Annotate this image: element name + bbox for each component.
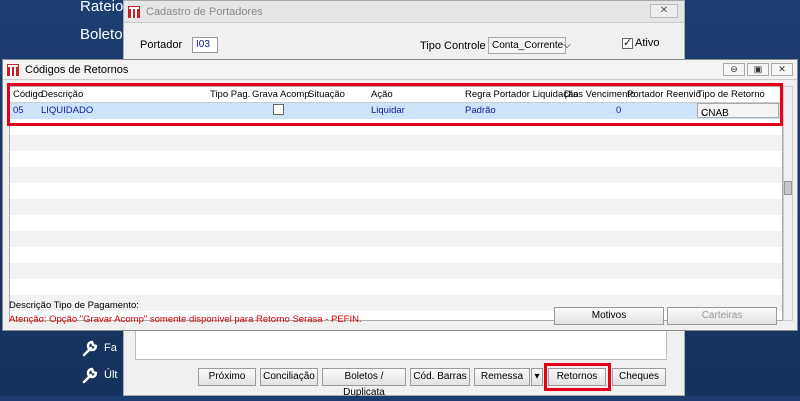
- tipo-controle-field: Tipo Controle Conta_Corrente ⌵: [420, 37, 571, 54]
- notes-area[interactable]: [135, 326, 667, 360]
- tool-item-2[interactable]: Últ: [80, 365, 117, 385]
- proximo-button[interactable]: Próximo: [198, 368, 256, 386]
- app-logo-icon: [7, 63, 19, 76]
- table-row[interactable]: [10, 215, 782, 231]
- ativo-label: Ativo: [635, 37, 660, 49]
- caret-down-icon: ▾: [534, 371, 540, 382]
- maximize-icon: ▣: [753, 64, 763, 74]
- scrollbar-thumb[interactable]: [784, 181, 792, 195]
- portadores-title: Cadastro de Portadores: [146, 5, 263, 18]
- tool-item-1[interactable]: Fa: [80, 338, 117, 358]
- table-row[interactable]: [10, 135, 782, 151]
- tool-label-1: Fa: [104, 342, 117, 354]
- tipo-controle-value: Conta_Corrente: [492, 40, 564, 51]
- portador-label: Portador: [140, 39, 183, 51]
- grid-scrollbar[interactable]: [783, 86, 793, 321]
- maximize-button[interactable]: ▣: [747, 63, 769, 76]
- motivos-button[interactable]: Motivos: [554, 307, 664, 325]
- wrench-icon: [82, 367, 98, 384]
- carteiras-button[interactable]: Carteiras: [667, 307, 777, 325]
- boletos-duplicata-button[interactable]: Boletos / Duplicata: [322, 368, 406, 398]
- close-icon: ✕: [778, 64, 786, 74]
- portador-field: Portador I03: [140, 37, 218, 53]
- table-row[interactable]: [10, 151, 782, 167]
- codigos-retornos-titlebar: Códigos de Retornos: [3, 60, 797, 80]
- minimize-button[interactable]: ⊖: [723, 63, 745, 76]
- descricao-tipo-pagamento-label: Descrição Tipo de Pagamento:: [9, 300, 139, 311]
- table-row[interactable]: [10, 279, 782, 295]
- table-row[interactable]: [10, 199, 782, 215]
- retornos-highlight: [544, 363, 611, 391]
- portadores-titlebar: Cadastro de Portadores: [124, 1, 684, 23]
- remessa-dropdown-button[interactable]: ▾: [531, 368, 543, 386]
- table-row[interactable]: [10, 231, 782, 247]
- tipo-controle-select[interactable]: Conta_Corrente ⌵: [488, 37, 571, 54]
- minimize-icon: ⊖: [730, 64, 738, 74]
- chevron-down-icon: ⌵: [563, 40, 571, 51]
- tipo-controle-label: Tipo Controle: [420, 39, 486, 52]
- grid-highlight: [7, 83, 783, 126]
- codigos-retornos-title: Códigos de Retornos: [25, 63, 129, 76]
- ativo-field[interactable]: Ativo: [622, 36, 660, 49]
- table-row[interactable]: [10, 167, 782, 183]
- window-controls: ⊖ ▣ ✕: [723, 63, 793, 76]
- tool-label-2: Últ: [104, 369, 118, 381]
- table-row[interactable]: [10, 263, 782, 279]
- wrench-icon: [82, 340, 98, 357]
- cheques-button[interactable]: Cheques: [612, 368, 666, 386]
- table-row[interactable]: [10, 183, 782, 199]
- portador-input[interactable]: I03: [192, 37, 218, 53]
- remessa-button[interactable]: Remessa: [474, 368, 530, 386]
- table-row[interactable]: [10, 247, 782, 263]
- cod-barras-button[interactable]: Cód. Barras: [410, 368, 470, 386]
- close-button[interactable]: ✕: [771, 63, 793, 76]
- app-logo-icon: [128, 5, 140, 18]
- codigos-retornos-dialog: Códigos de Retornos ⊖ ▣ ✕ Código Descriç…: [2, 59, 798, 331]
- close-button[interactable]: ✕: [650, 4, 678, 18]
- conciliacao-button[interactable]: Conciliação: [260, 368, 318, 386]
- ativo-checkbox[interactable]: [622, 36, 633, 49]
- warning-text: Atenção: Opção "Gravar Acomp" somente di…: [9, 314, 362, 325]
